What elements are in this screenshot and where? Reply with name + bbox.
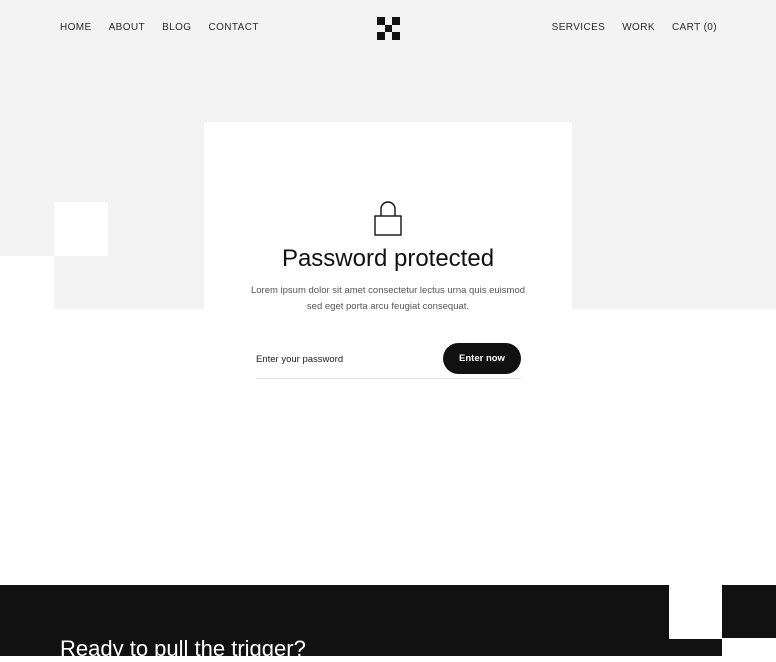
password-input[interactable] [256,345,436,373]
lock-icon [374,201,402,236]
hero-background-left [0,0,54,256]
checker-logo-icon[interactable] [377,17,400,40]
page-description: Lorem ipsum dolor sit amet consectetur l… [250,285,526,312]
decorative-square [669,585,722,639]
decorative-square [722,638,776,656]
decorative-square [54,202,108,256]
enter-now-button[interactable]: Enter now [443,343,521,374]
nav-work[interactable]: WORK [622,22,655,33]
nav-home[interactable]: HOME [60,22,92,33]
nav-contact[interactable]: CONTACT [208,22,258,33]
nav-blog[interactable]: BLOG [162,22,191,33]
password-form: Enter now [256,343,521,379]
nav-left: HOME ABOUT BLOG CONTACT [60,22,259,33]
nav-about[interactable]: ABOUT [109,22,145,33]
nav-cart[interactable]: CART (0) [672,22,717,33]
nav-services[interactable]: SERVICES [552,22,606,33]
page-title: Password protected [281,245,495,272]
footer-title: Ready to pull the trigger? [60,636,306,661]
nav-right: SERVICES WORK CART (0) [552,22,717,33]
